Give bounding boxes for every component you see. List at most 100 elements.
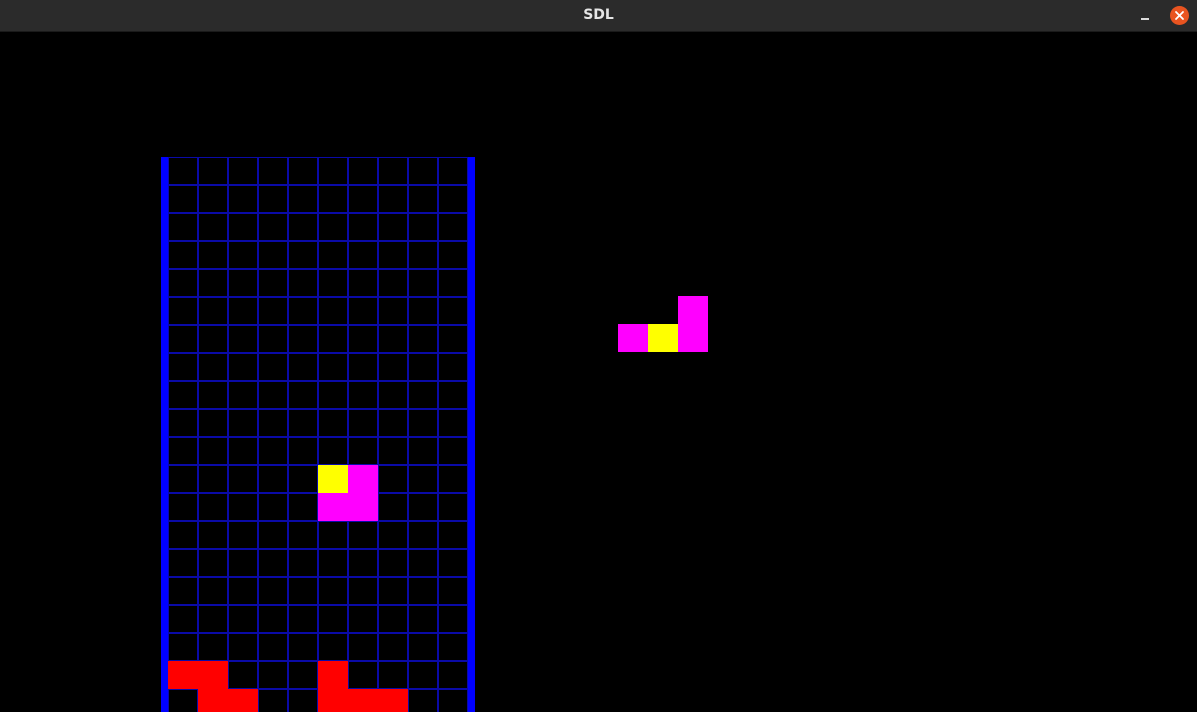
empty-grid-cell — [288, 577, 318, 605]
empty-grid-cell — [288, 493, 318, 521]
empty-grid-cell — [288, 689, 318, 712]
next-piece-block — [678, 324, 708, 352]
empty-grid-cell — [348, 549, 378, 577]
empty-grid-cell — [168, 353, 198, 381]
empty-grid-cell — [228, 605, 258, 633]
active-piece-block — [318, 493, 348, 521]
empty-grid-cell — [318, 549, 348, 577]
empty-grid-cell — [288, 661, 318, 689]
empty-grid-cell — [348, 633, 378, 661]
empty-grid-cell — [228, 437, 258, 465]
empty-grid-cell — [228, 157, 258, 185]
empty-grid-cell — [318, 353, 348, 381]
active-piece-block — [348, 493, 378, 521]
empty-grid-cell — [288, 437, 318, 465]
empty-grid-cell — [198, 437, 228, 465]
empty-grid-cell — [168, 213, 198, 241]
empty-grid-cell — [288, 633, 318, 661]
empty-grid-cell — [348, 353, 378, 381]
minimize-button[interactable] — [1134, 6, 1156, 26]
close-button[interactable] — [1170, 6, 1189, 25]
empty-grid-cell — [348, 185, 378, 213]
empty-grid-cell — [438, 437, 468, 465]
empty-grid-cell — [438, 605, 468, 633]
game-canvas[interactable] — [0, 32, 1197, 712]
empty-grid-cell — [168, 493, 198, 521]
empty-grid-cell — [318, 437, 348, 465]
empty-grid-cell — [438, 409, 468, 437]
empty-grid-cell — [378, 437, 408, 465]
active-piece-block — [318, 465, 348, 493]
empty-grid-cell — [408, 381, 438, 409]
empty-grid-cell — [228, 185, 258, 213]
empty-grid-cell — [258, 633, 288, 661]
empty-grid-cell — [288, 409, 318, 437]
empty-grid-cell — [168, 549, 198, 577]
empty-grid-cell — [438, 241, 468, 269]
empty-grid-cell — [438, 213, 468, 241]
empty-grid-cell — [168, 633, 198, 661]
empty-grid-cell — [168, 521, 198, 549]
empty-grid-cell — [198, 549, 228, 577]
playfield-board — [168, 157, 468, 712]
empty-grid-cell — [438, 297, 468, 325]
empty-grid-cell — [228, 353, 258, 381]
empty-grid-cell — [438, 689, 468, 712]
empty-grid-cell — [378, 297, 408, 325]
empty-grid-cell — [228, 465, 258, 493]
empty-grid-cell — [228, 297, 258, 325]
locked-block — [318, 689, 348, 712]
empty-grid-cell — [168, 409, 198, 437]
window-titlebar[interactable]: SDL — [0, 0, 1197, 32]
empty-grid-cell — [318, 605, 348, 633]
empty-grid-cell — [168, 269, 198, 297]
empty-grid-cell — [378, 465, 408, 493]
empty-grid-cell — [378, 661, 408, 689]
empty-grid-cell — [378, 241, 408, 269]
empty-grid-cell — [258, 297, 288, 325]
empty-grid-cell — [258, 493, 288, 521]
empty-grid-cell — [228, 661, 258, 689]
empty-grid-cell — [438, 325, 468, 353]
empty-grid-cell — [378, 409, 408, 437]
empty-grid-cell — [168, 465, 198, 493]
empty-grid-cell — [228, 577, 258, 605]
board-left-wall — [161, 157, 168, 712]
empty-grid-cell — [378, 381, 408, 409]
empty-grid-cell — [288, 157, 318, 185]
empty-grid-cell — [348, 325, 378, 353]
empty-grid-cell — [378, 213, 408, 241]
empty-grid-cell — [408, 605, 438, 633]
empty-grid-cell — [258, 661, 288, 689]
empty-grid-cell — [408, 297, 438, 325]
minimize-icon — [1141, 18, 1149, 20]
empty-grid-cell — [408, 325, 438, 353]
empty-grid-cell — [228, 521, 258, 549]
empty-grid-cell — [168, 325, 198, 353]
empty-grid-cell — [198, 185, 228, 213]
empty-grid-cell — [318, 521, 348, 549]
empty-grid-cell — [198, 409, 228, 437]
empty-grid-cell — [168, 157, 198, 185]
empty-grid-cell — [288, 213, 318, 241]
empty-grid-cell — [438, 381, 468, 409]
empty-grid-cell — [408, 185, 438, 213]
locked-block — [318, 661, 348, 689]
empty-grid-cell — [348, 297, 378, 325]
empty-grid-cell — [198, 577, 228, 605]
empty-grid-cell — [438, 185, 468, 213]
empty-grid-cell — [228, 241, 258, 269]
empty-grid-cell — [198, 325, 228, 353]
empty-grid-cell — [168, 577, 198, 605]
empty-grid-cell — [288, 325, 318, 353]
empty-grid-cell — [258, 213, 288, 241]
empty-grid-cell — [288, 605, 318, 633]
window-title: SDL — [583, 7, 614, 23]
empty-grid-cell — [168, 297, 198, 325]
empty-grid-cell — [168, 437, 198, 465]
empty-grid-cell — [438, 353, 468, 381]
empty-grid-cell — [438, 577, 468, 605]
empty-grid-cell — [408, 549, 438, 577]
empty-grid-cell — [288, 297, 318, 325]
empty-grid-cell — [198, 297, 228, 325]
